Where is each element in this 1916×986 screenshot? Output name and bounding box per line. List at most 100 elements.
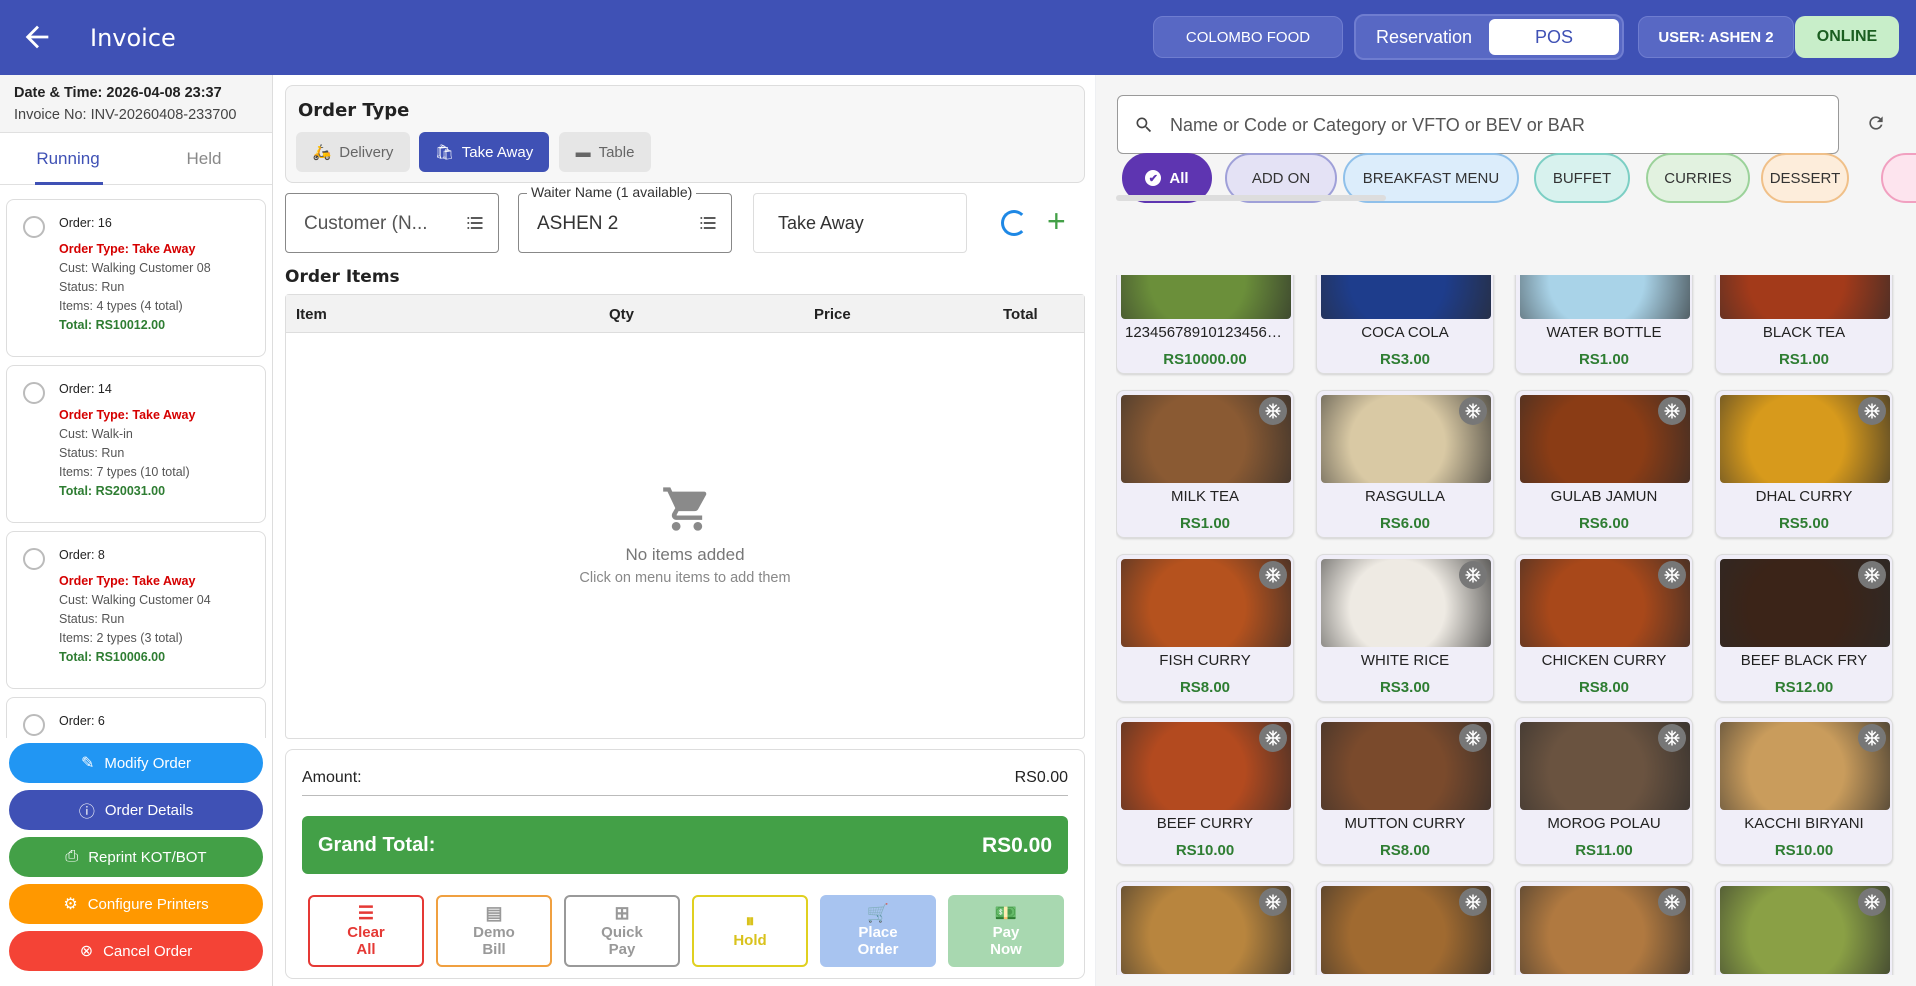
order-select-radio[interactable]: [23, 548, 45, 570]
category-chip[interactable]: DESSERT: [1761, 153, 1849, 203]
snowflake-icon[interactable]: [1858, 397, 1886, 425]
snowflake-icon[interactable]: [1459, 888, 1487, 916]
list-icon[interactable]: [464, 213, 486, 233]
snowflake-icon[interactable]: [1259, 724, 1287, 752]
category-chip[interactable]: BUFFET: [1534, 153, 1630, 203]
delivery-type-button[interactable]: 🛵 Delivery: [296, 132, 410, 172]
place-order-button[interactable]: 🛒 Place Order: [820, 895, 936, 967]
order-details-button[interactable]: ⓘ Order Details: [9, 790, 263, 830]
snowflake-icon[interactable]: [1259, 397, 1287, 425]
category-scrollbar[interactable]: [1116, 195, 1386, 201]
mode-toggle: Reservation POS: [1354, 14, 1624, 60]
menu-item-card[interactable]: COCA COLA RS3.00: [1316, 275, 1494, 374]
grand-total-label: Grand Total:: [318, 834, 436, 856]
active-tab-indicator: [35, 182, 103, 185]
tab-running[interactable]: Running: [0, 133, 136, 184]
menu-grid: 123456789101234567... RS10000.00 COCA COLA…: [1116, 275, 1916, 975]
category-chip[interactable]: CURRIES: [1646, 153, 1750, 203]
mode-pos-button[interactable]: POS: [1489, 19, 1619, 55]
order-card[interactable]: Order: 14 Order Type: Take Away Cust: Wa…: [6, 365, 266, 523]
snowflake-icon[interactable]: [1459, 397, 1487, 425]
snowflake-icon[interactable]: [1259, 561, 1287, 589]
pay-now-button[interactable]: 💵 Pay Now: [948, 895, 1064, 967]
menu-item-card[interactable]: [1316, 881, 1494, 975]
snowflake-icon[interactable]: [1459, 561, 1487, 589]
user-badge[interactable]: USER: ASHEN 2: [1638, 16, 1794, 58]
refresh-icon[interactable]: [1866, 113, 1886, 133]
order-card[interactable]: Order: 6: [6, 697, 266, 738]
menu-item-card[interactable]: BLACK TEA RS1.00: [1715, 275, 1893, 374]
modify-order-button[interactable]: ✎ Modify Order: [9, 743, 263, 783]
menu-search[interactable]: [1117, 95, 1839, 154]
order-number: Order: 8: [59, 548, 105, 562]
menu-item-card[interactable]: DHAL CURRY RS5.00: [1715, 390, 1893, 538]
order-type: Order Type: Take Away: [59, 408, 196, 422]
clear-all-button[interactable]: ☰ Clear All: [308, 895, 424, 967]
order-select-radio[interactable]: [23, 382, 45, 404]
customer-select[interactable]: Customer (N...: [285, 193, 499, 253]
totals-panel: Amount: RS0.00 Grand Total: RS0.00 ☰ Cle…: [285, 749, 1085, 979]
menu-item-card[interactable]: MOROG POLAU RS11.00: [1515, 717, 1693, 865]
top-app-bar: Invoice COLOMBO FOOD Reservation POS USE…: [0, 0, 1916, 75]
order-items: Items: 2 types (3 total): [59, 631, 183, 645]
snowflake-icon[interactable]: [1858, 888, 1886, 916]
search-input[interactable]: [1170, 108, 1820, 142]
snowflake-icon[interactable]: [1658, 561, 1686, 589]
menu-item-card[interactable]: [1715, 881, 1893, 975]
reprint-kot-button[interactable]: ⎙ Reprint KOT/BOT: [9, 837, 263, 877]
menu-item-card[interactable]: MUTTON CURRY RS8.00: [1316, 717, 1494, 865]
menu-item-price: RS12.00: [1774, 679, 1834, 696]
menu-item-card[interactable]: WHITE RICE RS3.00: [1316, 554, 1494, 702]
menu-item-card[interactable]: GULAB JAMUN RS6.00: [1515, 390, 1693, 538]
menu-item-card[interactable]: [1116, 881, 1294, 975]
restaurant-selector[interactable]: COLOMBO FOOD: [1153, 16, 1343, 58]
menu-item-name: CHICKEN CURRY: [1541, 652, 1667, 669]
snowflake-icon[interactable]: [1459, 724, 1487, 752]
order-select-radio[interactable]: [23, 216, 45, 238]
menu-item-card[interactable]: BEEF CURRY RS10.00: [1116, 717, 1294, 865]
menu-item-card[interactable]: [1515, 881, 1693, 975]
add-customer-icon[interactable]: +: [1047, 203, 1066, 240]
menu-item-price: RS10.00: [1175, 842, 1235, 859]
order-mode-field: Take Away: [753, 193, 967, 253]
menu-item-card[interactable]: FISH CURRY RS8.00: [1116, 554, 1294, 702]
menu-item-card[interactable]: MILK TEA RS1.00: [1116, 390, 1294, 538]
snowflake-icon[interactable]: [1858, 561, 1886, 589]
order-customer: Cust: Walking Customer 08: [59, 261, 211, 275]
category-chip[interactable]: [1881, 153, 1916, 203]
back-arrow-icon[interactable]: [20, 20, 54, 54]
snowflake-icon[interactable]: [1858, 724, 1886, 752]
order-select-radio[interactable]: [23, 714, 45, 736]
snowflake-icon[interactable]: [1658, 888, 1686, 916]
menu-item-image: [1321, 275, 1491, 319]
waiter-value: ASHEN 2: [537, 213, 619, 234]
quick-pay-button[interactable]: ⊞ Quick Pay: [564, 895, 680, 967]
demo-bill-button[interactable]: ▤ Demo Bill: [436, 895, 552, 967]
table-type-button[interactable]: ▬ Table: [559, 132, 651, 172]
menu-item-card[interactable]: 123456789101234567... RS10000.00: [1116, 275, 1294, 374]
order-card[interactable]: Order: 8 Order Type: Take Away Cust: Wal…: [6, 531, 266, 689]
order-type: Order Type: Take Away: [59, 242, 196, 256]
snowflake-icon[interactable]: [1658, 724, 1686, 752]
order-customer: Cust: Walking Customer 04: [59, 593, 211, 607]
menu-item-price: RS6.00: [1379, 515, 1431, 532]
empty-state-subtitle: Click on menu items to add them: [579, 570, 791, 586]
menu-item-price: RS6.00: [1578, 515, 1630, 532]
configure-printers-button[interactable]: ⚙ Configure Printers: [9, 884, 263, 924]
hold-button[interactable]: ⏸ Hold: [692, 895, 808, 967]
list-icon[interactable]: [697, 213, 719, 233]
snowflake-icon[interactable]: [1259, 888, 1287, 916]
menu-item-card[interactable]: CHICKEN CURRY RS8.00: [1515, 554, 1693, 702]
cancel-order-button[interactable]: ⊗ Cancel Order: [9, 931, 263, 971]
order-card[interactable]: Order: 16 Order Type: Take Away Cust: Wa…: [6, 199, 266, 357]
takeaway-type-button[interactable]: 🛍 Take Away: [419, 132, 549, 172]
order-tabs: Running Held: [0, 133, 272, 185]
mode-reservation-button[interactable]: Reservation: [1359, 19, 1489, 55]
snowflake-icon[interactable]: [1658, 397, 1686, 425]
menu-item-card[interactable]: WATER BOTTLE RS1.00: [1515, 275, 1693, 374]
menu-item-card[interactable]: KACCHI BIRYANI RS10.00: [1715, 717, 1893, 865]
menu-item-card[interactable]: RASGULLA RS6.00: [1316, 390, 1494, 538]
tab-held[interactable]: Held: [136, 133, 272, 184]
waiter-select[interactable]: Waiter Name (1 available) ASHEN 2: [518, 184, 732, 253]
menu-item-card[interactable]: BEEF BLACK FRY RS12.00: [1715, 554, 1893, 702]
